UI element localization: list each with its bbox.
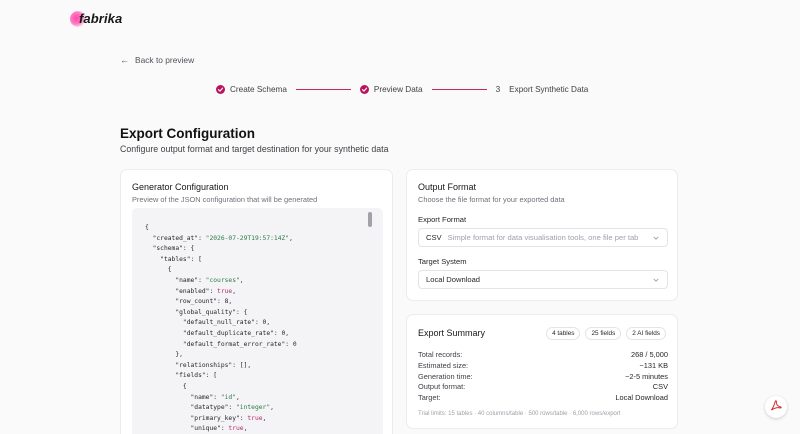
- acrobat-pdf-icon: [769, 398, 783, 417]
- card-description: Preview of the JSON configuration that w…: [132, 195, 318, 204]
- step-create-schema[interactable]: Create Schema: [216, 85, 287, 94]
- stat-value: ~2-5 minutes: [625, 371, 668, 381]
- stat-value: 268 / 5,000: [631, 350, 668, 359]
- check-circle-icon: [359, 85, 369, 94]
- card-description: Choose the file format for your exported…: [418, 195, 565, 204]
- step-number: 3: [495, 85, 501, 94]
- brand-logo[interactable]: fabrika: [70, 9, 122, 27]
- select-value: Local Download: [426, 275, 481, 284]
- brand-name: fabrika: [79, 10, 123, 26]
- stat-generation-time: Generation time: ~2-5 minutes: [418, 372, 668, 383]
- page-subtitle: Configure output format and target desti…: [120, 144, 389, 154]
- select-value: CSV: [426, 233, 442, 242]
- pdf-export-button[interactable]: [765, 396, 787, 418]
- stat-label: Generation time:: [418, 371, 473, 381]
- json-preview[interactable]: { "created_at": "2026-07-29T19:57:14Z", …: [132, 208, 383, 434]
- stat-output-format: Output format: CSV: [418, 382, 668, 393]
- card-title: Export Summary: [418, 328, 486, 338]
- badge-ai-fields: 2 AI fields: [626, 327, 666, 340]
- stat-estimated-size: Estimated size: ~131 KB: [418, 361, 668, 372]
- check-circle-icon: [216, 85, 225, 94]
- card-title: Generator Configuration: [132, 182, 229, 192]
- stat-target: Target: Local Download: [418, 393, 668, 404]
- step-connector: [295, 89, 351, 90]
- stat-label: Total records:: [418, 350, 463, 359]
- target-system-select[interactable]: Local Download: [418, 270, 668, 289]
- stat-total-records: Total records: 268 / 5,000: [418, 350, 668, 361]
- step-preview-data[interactable]: Preview Data: [359, 85, 423, 94]
- target-system-label: Target System: [418, 257, 467, 266]
- step-label: Preview Data: [373, 85, 423, 94]
- badge-tables: 4 tables: [546, 327, 581, 340]
- trial-limits-note: Trial limits: 15 tables · 40 columns/tab…: [418, 411, 621, 417]
- stat-label: Output format:: [418, 382, 466, 392]
- chevron-down-icon: [652, 234, 660, 244]
- export-summary-card: Export Summary 4 tables 25 fields 2 AI f…: [406, 314, 678, 429]
- step-label: Export Synthetic Data: [509, 85, 589, 94]
- stat-label: Target:: [418, 393, 441, 403]
- step-export-synthetic-data[interactable]: 3 Export Synthetic Data: [496, 85, 589, 94]
- export-format-select[interactable]: CSV Simple format for data visualisation…: [418, 228, 668, 247]
- arrow-left-icon: ←: [120, 55, 129, 65]
- step-connector: [431, 89, 487, 90]
- chevron-down-icon: [652, 276, 660, 286]
- json-code: { "created_at": "2026-07-29T19:57:14Z", …: [145, 224, 297, 433]
- page-title: Export Configuration: [120, 126, 255, 141]
- step-label: Create Schema: [230, 85, 287, 94]
- output-format-card: Output Format Choose the file format for…: [406, 169, 678, 301]
- select-hint: Simple format for data visualisation too…: [447, 233, 639, 242]
- back-to-preview-link[interactable]: ← Back to preview: [120, 55, 194, 65]
- stat-value: ~131 KB: [639, 360, 668, 370]
- card-title: Output Format: [418, 182, 477, 192]
- export-format-label: Export Format: [418, 215, 467, 224]
- summary-stats: Total records: 268 / 5,000 Estimated siz…: [418, 350, 668, 404]
- stat-value: CSV: [652, 382, 668, 392]
- summary-badges: 4 tables 25 fields 2 AI fields: [546, 327, 666, 340]
- scrollbar-thumb[interactable]: [368, 212, 372, 227]
- stepper: Create Schema Preview Data 3 Export Synt…: [216, 84, 588, 95]
- generator-configuration-card: Generator Configuration Preview of the J…: [120, 169, 393, 434]
- stat-label: Estimated size:: [418, 360, 469, 370]
- stat-value: Local Download: [615, 393, 668, 403]
- badge-fields: 25 fields: [585, 327, 622, 340]
- back-label: Back to preview: [135, 55, 195, 65]
